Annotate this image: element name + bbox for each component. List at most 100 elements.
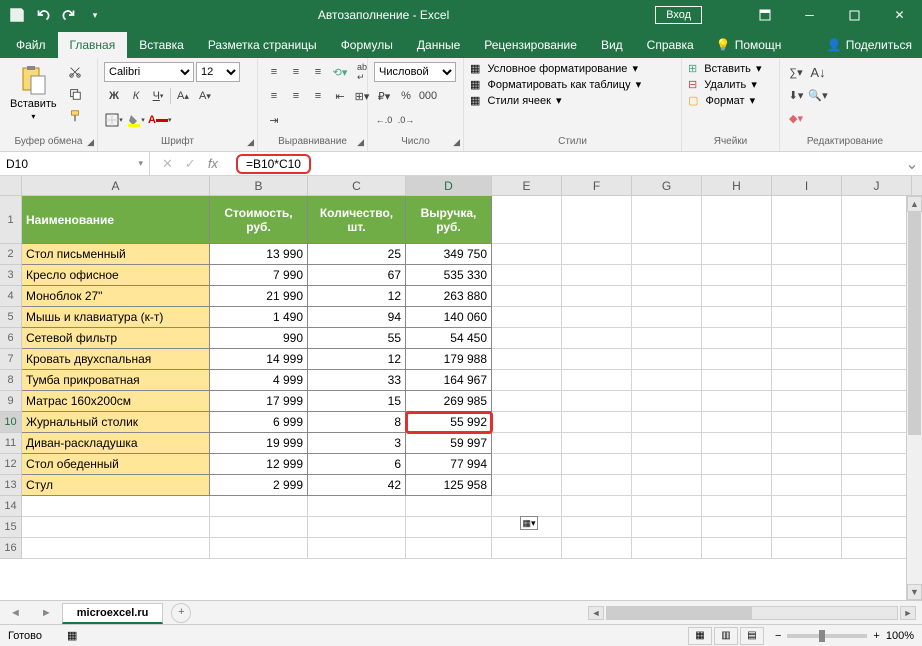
- zoom-level[interactable]: 100%: [886, 630, 914, 642]
- autosum-button[interactable]: ∑▾: [786, 62, 806, 82]
- cell-B9[interactable]: 17 999: [210, 391, 308, 412]
- header-qty[interactable]: Количество, шт.: [308, 196, 406, 244]
- cell-B12[interactable]: 12 999: [210, 454, 308, 475]
- row-header-13[interactable]: 13: [0, 475, 22, 496]
- row-header-12[interactable]: 12: [0, 454, 22, 475]
- font-size-select[interactable]: 12: [196, 62, 240, 82]
- col-header-C[interactable]: C: [308, 176, 406, 195]
- formula-input[interactable]: =B10*C10: [230, 154, 902, 174]
- cell-D6[interactable]: 54 450: [406, 328, 492, 349]
- page-break-view-button[interactable]: ▤: [740, 627, 764, 645]
- cell-D10[interactable]: 55 992: [406, 412, 492, 433]
- number-launcher-icon[interactable]: ◢: [453, 137, 460, 148]
- cell-B11[interactable]: 19 999: [210, 433, 308, 454]
- cell-B4[interactable]: 21 990: [210, 286, 308, 307]
- borders-button[interactable]: ▾: [104, 110, 124, 130]
- align-top-button[interactable]: ≡: [264, 62, 284, 82]
- align-middle-button[interactable]: ≡: [286, 62, 306, 82]
- tab-review[interactable]: Рецензирование: [472, 32, 589, 58]
- tab-help[interactable]: Справка: [635, 32, 706, 58]
- sheet-nav-prev-icon[interactable]: ◄: [0, 607, 31, 619]
- save-icon[interactable]: [8, 6, 26, 24]
- cell-A8[interactable]: Тумба прикроватная: [22, 370, 210, 391]
- align-left-button[interactable]: ≡: [264, 86, 284, 106]
- increase-decimal-button[interactable]: ←.0: [374, 110, 394, 130]
- cell-D9[interactable]: 269 985: [406, 391, 492, 412]
- decrease-font-button[interactable]: A▾: [195, 86, 215, 106]
- header-name[interactable]: Наименование: [22, 196, 210, 244]
- row-header-4[interactable]: 4: [0, 286, 22, 307]
- decrease-indent-button[interactable]: ⇤: [330, 86, 350, 106]
- delete-cells-button[interactable]: ⊟ Удалить ▾: [688, 78, 757, 91]
- row-header-14[interactable]: 14: [0, 496, 22, 517]
- cell-B10[interactable]: 6 999: [210, 412, 308, 433]
- vertical-scrollbar[interactable]: ▲ ▼: [906, 196, 922, 600]
- cell-B8[interactable]: 4 999: [210, 370, 308, 391]
- cell-C11[interactable]: 3: [308, 433, 406, 454]
- cell-C4[interactable]: 12: [308, 286, 406, 307]
- number-format-select[interactable]: Числовой: [374, 62, 456, 82]
- row-header-3[interactable]: 3: [0, 265, 22, 286]
- col-header-I[interactable]: I: [772, 176, 842, 195]
- cell-styles-button[interactable]: ▦ Стили ячеек ▾: [470, 94, 562, 107]
- cell-D3[interactable]: 535 330: [406, 265, 492, 286]
- tab-home[interactable]: Главная: [58, 32, 128, 58]
- row-header-6[interactable]: 6: [0, 328, 22, 349]
- align-right-button[interactable]: ≡: [308, 86, 328, 106]
- bold-button[interactable]: Ж: [104, 86, 124, 106]
- share-button[interactable]: 👤Поделиться: [817, 32, 922, 58]
- format-cells-button[interactable]: ▢ Формат ▾: [688, 94, 755, 107]
- scroll-left-icon[interactable]: ◄: [588, 606, 604, 620]
- sort-filter-button[interactable]: A↓: [808, 62, 828, 82]
- redo-icon[interactable]: [60, 6, 78, 24]
- cell-A9[interactable]: Матрас 160х200см: [22, 391, 210, 412]
- macro-record-icon[interactable]: ▦: [67, 629, 77, 642]
- comma-button[interactable]: 000: [418, 86, 438, 106]
- alignment-launcher-icon[interactable]: ◢: [357, 137, 364, 148]
- fill-color-button[interactable]: ▾: [126, 110, 146, 130]
- cell-D4[interactable]: 263 880: [406, 286, 492, 307]
- insert-cells-button[interactable]: ⊞ Вставить ▾: [688, 62, 762, 75]
- col-header-D[interactable]: D: [406, 176, 492, 195]
- login-button[interactable]: Вход: [655, 6, 702, 24]
- cell-A6[interactable]: Сетевой фильтр: [22, 328, 210, 349]
- clear-button[interactable]: ◆▾: [786, 108, 806, 128]
- scroll-right-icon[interactable]: ►: [900, 606, 916, 620]
- cell-C6[interactable]: 55: [308, 328, 406, 349]
- row-header-5[interactable]: 5: [0, 307, 22, 328]
- cell-B7[interactable]: 14 999: [210, 349, 308, 370]
- cell-B6[interactable]: 990: [210, 328, 308, 349]
- fill-button[interactable]: ⬇▾: [786, 85, 806, 105]
- format-painter-button[interactable]: [65, 106, 85, 126]
- underline-button[interactable]: Ч▾: [148, 86, 168, 106]
- cell-C13[interactable]: 42: [308, 475, 406, 496]
- zoom-in-button[interactable]: +: [873, 630, 879, 642]
- col-header-J[interactable]: J: [842, 176, 912, 195]
- accounting-button[interactable]: ₽▾: [374, 86, 394, 106]
- tell-me[interactable]: 💡Помощн: [706, 32, 792, 58]
- row-header-11[interactable]: 11: [0, 433, 22, 454]
- cell-C2[interactable]: 25: [308, 244, 406, 265]
- copy-button[interactable]: [65, 84, 85, 104]
- minimize-button[interactable]: ─: [787, 0, 832, 30]
- row-header-1[interactable]: 1: [0, 196, 22, 244]
- row-header-2[interactable]: 2: [0, 244, 22, 265]
- header-rev[interactable]: Выручка, руб.: [406, 196, 492, 244]
- cell-A4[interactable]: Моноблок 27": [22, 286, 210, 307]
- insert-function-icon[interactable]: fx: [208, 156, 218, 171]
- undo-icon[interactable]: [34, 6, 52, 24]
- cell-A11[interactable]: Диван-раскладушка: [22, 433, 210, 454]
- row-header-10[interactable]: 10: [0, 412, 22, 433]
- cell-C7[interactable]: 12: [308, 349, 406, 370]
- qat-customize-icon[interactable]: ▾: [86, 6, 104, 24]
- col-header-F[interactable]: F: [562, 176, 632, 195]
- cell-D8[interactable]: 164 967: [406, 370, 492, 391]
- cell-C12[interactable]: 6: [308, 454, 406, 475]
- normal-view-button[interactable]: ▦: [688, 627, 712, 645]
- page-layout-view-button[interactable]: ▥: [714, 627, 738, 645]
- select-all-corner[interactable]: [0, 176, 22, 195]
- horizontal-scrollbar[interactable]: ◄ ►: [582, 606, 922, 620]
- cell-A12[interactable]: Стол обеденный: [22, 454, 210, 475]
- increase-indent-button[interactable]: ⇥: [264, 110, 284, 130]
- col-header-H[interactable]: H: [702, 176, 772, 195]
